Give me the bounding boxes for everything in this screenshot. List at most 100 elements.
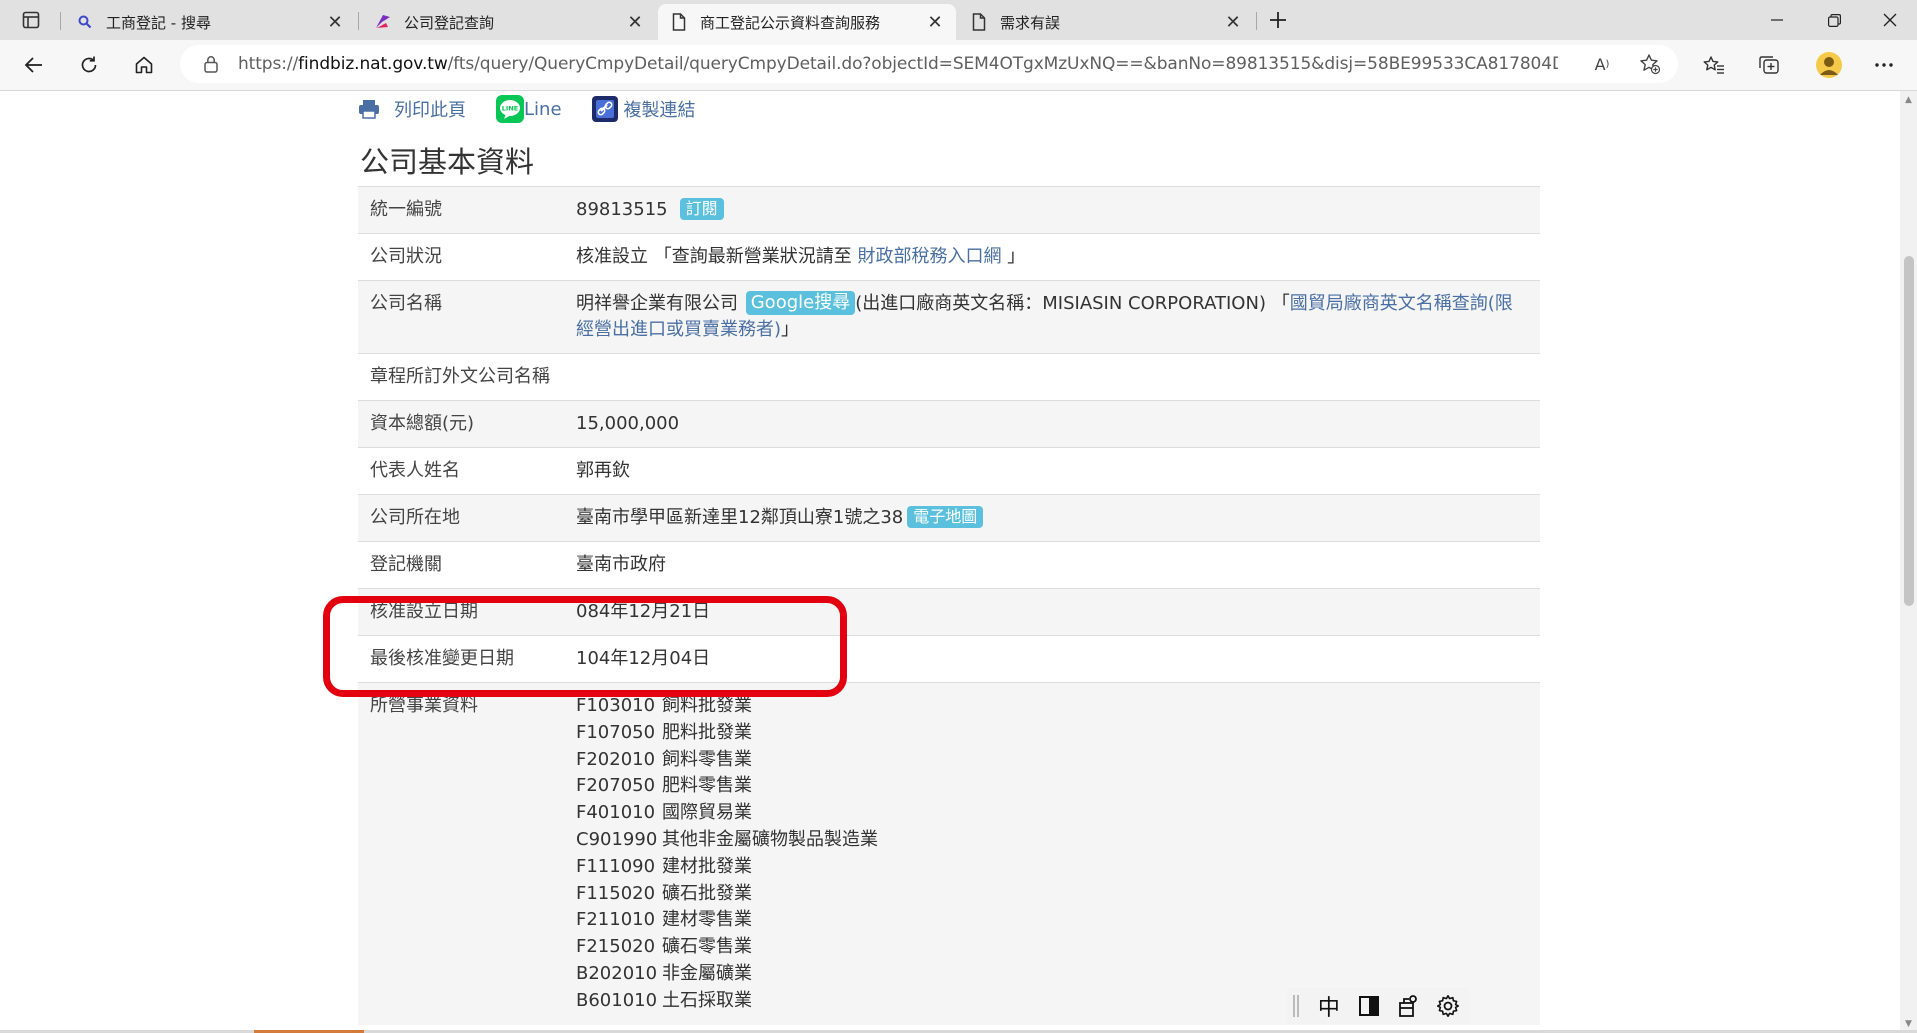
close-icon[interactable]: ✕: [624, 11, 646, 33]
subscribe-button[interactable]: 訂閱: [679, 198, 724, 220]
read-aloud-icon[interactable]: A): [1588, 51, 1616, 77]
tab-separator: [358, 12, 359, 30]
floating-toolbar: 中: [1287, 988, 1470, 1024]
page-title: 公司基本資料: [360, 145, 535, 179]
close-window-button[interactable]: [1862, 0, 1917, 40]
tab-business-registry[interactable]: 商工登記公示資料查詢服務 ✕: [658, 4, 956, 40]
more-icon: [1875, 63, 1893, 67]
read-aloud-label: A: [1594, 54, 1606, 74]
google-search-button[interactable]: Google搜尋: [745, 291, 856, 315]
field-value: 核准設立 「查詢最新營業狀況請至 財政部稅務入口網 」: [562, 233, 1540, 281]
gear-icon: [1437, 995, 1460, 1017]
lock-icon[interactable]: [198, 51, 224, 77]
chinese-input-label: 中: [1317, 996, 1340, 1021]
business-item: F215020 礦石零售業: [576, 934, 1530, 961]
url-text[interactable]: https://findbiz.nat.gov.tw/fts/query/Que…: [238, 54, 1558, 74]
half-width-toggle-button[interactable]: [1351, 990, 1387, 1022]
table-row: 公司所在地 臺南市學甲區新達里12鄰頂山寮1號之38 電子地圖: [358, 494, 1540, 542]
table-row: 登記機關 臺南市政府: [358, 541, 1540, 589]
business-desc: 土石採取業: [662, 989, 752, 1011]
home-icon: [135, 56, 153, 74]
favorites-button[interactable]: [1697, 49, 1731, 81]
business-desc: 肥料批發業: [662, 721, 752, 743]
business-desc: 建材批發業: [662, 855, 752, 877]
field-value: 明祥譽企業有限公司 Google搜尋 (出進口廠商英文名稱：MISIASIN CO…: [562, 280, 1540, 354]
restore-button[interactable]: [1806, 0, 1862, 40]
field-value: 104年12月04日: [562, 635, 1540, 683]
business-code: B601010: [576, 989, 658, 1011]
business-desc: 飼料零售業: [662, 748, 752, 770]
chinese-input-button[interactable]: 中: [1311, 990, 1347, 1022]
drag-handle[interactable]: [1293, 995, 1299, 1017]
business-code: F115020: [576, 882, 656, 904]
tab-company-query[interactable]: 公司登記查詢 ✕: [362, 4, 656, 40]
toolbox-icon: [1399, 995, 1418, 1017]
tab-actions-button[interactable]: [8, 6, 54, 34]
toolbox-button[interactable]: [1390, 990, 1426, 1022]
settings-button[interactable]: [1430, 990, 1466, 1022]
scroll-down-icon[interactable]: ▼: [1903, 1019, 1914, 1029]
line-icon: LINE: [496, 95, 524, 123]
english-name-text: (出進口廠商英文名稱：MISIASIN CORPORATION): [855, 293, 1266, 314]
field-value: 084年12月21日: [562, 588, 1540, 636]
vertical-scrollbar[interactable]: ▲ ▼: [1900, 91, 1917, 1033]
table-row: 最後核准變更日期 104年12月04日: [358, 635, 1540, 683]
scroll-up-icon[interactable]: ▲: [1903, 95, 1914, 105]
business-desc: 礦石批發業: [662, 882, 752, 904]
refresh-button[interactable]: [72, 49, 106, 81]
tax-portal-link[interactable]: 財政部稅務入口網: [857, 246, 1001, 267]
map-button[interactable]: 電子地圖: [907, 506, 984, 528]
field-value: 臺南市政府: [562, 541, 1540, 589]
table-row: 代表人姓名 郭再欽: [358, 447, 1540, 495]
settings-more-button[interactable]: [1867, 49, 1901, 81]
half-width-icon: [1358, 996, 1379, 1016]
collections-button[interactable]: [1752, 49, 1786, 81]
quote-close: 」: [781, 319, 800, 340]
field-label: 登記機關: [358, 541, 562, 589]
print-page-link[interactable]: 列印此頁: [358, 96, 466, 122]
field-value: [562, 353, 1540, 401]
business-item: B202010 非金屬礦業: [576, 961, 1530, 988]
business-item: C901990 其他非金屬礦物製品製造業: [576, 827, 1530, 854]
business-item: F401010 國際貿易業: [576, 800, 1530, 827]
line-share-link[interactable]: LINE Line: [496, 95, 562, 123]
ban-value: 89813515: [576, 199, 668, 220]
profile-button[interactable]: [1812, 49, 1846, 81]
business-item: F115020 礦石批發業: [576, 881, 1530, 908]
business-item: F202010 飼料零售業: [576, 747, 1530, 774]
field-label: 章程所訂外文公司名稱: [358, 353, 562, 401]
add-favorite-icon[interactable]: [1636, 51, 1664, 77]
copy-link-button[interactable]: 複製連結: [591, 96, 696, 122]
business-item: F211010 建材零售業: [576, 907, 1530, 934]
link-icon: [591, 96, 618, 122]
tab-separator: [1256, 12, 1257, 30]
tab-title: 公司登記查詢: [404, 13, 495, 32]
url-host: findbiz.nat.gov.tw: [298, 54, 448, 74]
back-button[interactable]: [17, 49, 51, 81]
scrollbar-thumb[interactable]: [1904, 256, 1914, 606]
field-label: 所營事業資料: [358, 681, 562, 1025]
status-value: 核准設立: [576, 246, 648, 267]
printer-icon: [358, 99, 380, 119]
tab-title: 工商登記 - 搜尋: [106, 13, 211, 32]
close-icon[interactable]: ✕: [324, 11, 346, 33]
page-icon: [968, 11, 990, 33]
table-row: 公司狀況 核准設立 「查詢最新營業狀況請至 財政部稅務入口網 」: [358, 233, 1540, 281]
business-code: F202010: [576, 748, 656, 770]
table-row: 統一編號 89813515 訂閱: [358, 186, 1540, 234]
tab-strip: 工商登記 - 搜尋 ✕ 公司登記查詢 ✕ 商工登記公示資料查詢服務 ✕ 需求有誤…: [0, 0, 1917, 40]
minimize-button[interactable]: [1749, 0, 1805, 40]
business-code: F401010: [576, 802, 656, 824]
home-button[interactable]: [127, 49, 161, 81]
business-desc: 其他非金屬礦物製品製造業: [662, 828, 878, 850]
field-label: 統一編號: [358, 186, 562, 234]
field-label: 代表人姓名: [358, 447, 562, 495]
close-icon[interactable]: ✕: [924, 11, 946, 33]
address-bar[interactable]: https://findbiz.nat.gov.tw/fts/query/Que…: [180, 45, 1678, 83]
new-tab-button[interactable]: [1262, 6, 1294, 34]
close-icon: [1883, 13, 1897, 27]
close-icon[interactable]: ✕: [1222, 11, 1244, 33]
tab-requirement-error[interactable]: 需求有誤 ✕: [958, 4, 1254, 40]
tab-search[interactable]: 工商登記 - 搜尋 ✕: [64, 4, 356, 40]
print-page-label: 列印此頁: [394, 100, 466, 121]
